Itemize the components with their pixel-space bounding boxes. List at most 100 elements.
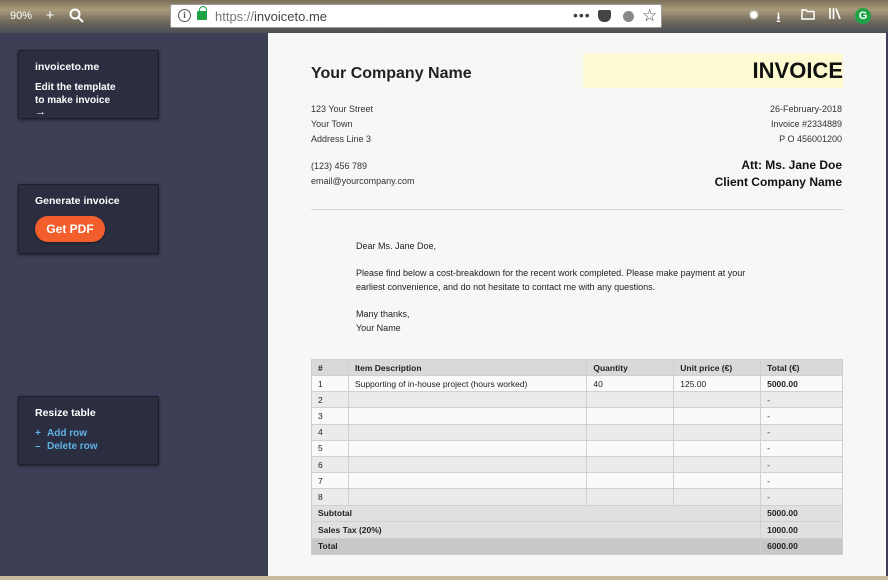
column-header[interactable]: Quantity: [586, 359, 675, 376]
client-company[interactable]: Client Company Name: [715, 175, 842, 189]
address-bar[interactable]: i https://invoiceto.me ••• ☆: [170, 4, 662, 28]
tracking-icon[interactable]: [623, 11, 634, 22]
plus-icon: +: [35, 428, 41, 439]
subtotal-row: Subtotal 5000.00: [310, 504, 843, 522]
page-info-icon[interactable]: i: [178, 9, 191, 22]
company-email: email@yourcompany.com: [311, 176, 415, 186]
item-description[interactable]: [347, 439, 588, 457]
generate-title: Generate invoice: [35, 195, 120, 207]
item-unit-price[interactable]: [673, 439, 762, 457]
table-row: 7 -: [311, 472, 843, 490]
edit-template-text: Edit the template to make invoice: [35, 82, 116, 106]
item-unit-price[interactable]: [673, 391, 762, 409]
company-address[interactable]: 123 Your Street Your Town Address Line 3: [311, 102, 373, 147]
subtotal-label: Subtotal: [310, 504, 762, 522]
company-name[interactable]: Your Company Name: [311, 65, 472, 83]
item-total: -: [760, 423, 843, 441]
tax-label[interactable]: Sales Tax (20%): [310, 521, 762, 539]
table-row: 3 -: [311, 407, 843, 425]
table-header-row: # Item Description Quantity Unit price (…: [311, 359, 843, 376]
page-actions-icon[interactable]: •••: [573, 7, 591, 23]
brand-label[interactable]: invoiceto.me: [35, 61, 142, 73]
invoice-date: 26-February-2018: [769, 104, 842, 114]
po-number: P O 456001200: [779, 134, 842, 144]
item-quantity[interactable]: [586, 439, 675, 457]
item-total: -: [760, 472, 843, 490]
row-index[interactable]: 2: [311, 391, 349, 409]
item-unit-price[interactable]: [673, 423, 762, 441]
invoice-table: # Item Description Quantity Unit price (…: [310, 359, 843, 555]
letter-signoff[interactable]: Many thanks, Your Name: [356, 307, 410, 335]
item-total: -: [760, 407, 843, 425]
lock-icon: [197, 6, 207, 20]
item-description[interactable]: [347, 488, 588, 506]
browser-toolbar: 90% + i https://invoiceto.me ••• ☆ ✹ ⭳ G: [0, 0, 888, 33]
table-row: 4 -: [311, 423, 843, 441]
item-total: -: [760, 439, 843, 457]
pocket-icon[interactable]: [598, 10, 611, 22]
get-pdf-button[interactable]: Get PDF: [35, 216, 105, 242]
column-header[interactable]: Item Description: [347, 359, 588, 376]
item-quantity[interactable]: [586, 391, 675, 409]
add-row-button[interactable]: + Add row: [35, 428, 142, 439]
zoom-level[interactable]: 90%: [10, 10, 32, 22]
item-description[interactable]: [347, 391, 588, 409]
search-icon[interactable]: [68, 8, 84, 24]
column-header[interactable]: Total (€): [760, 359, 843, 376]
sidebar: invoiceto.me Edit the template to make in…: [0, 33, 268, 580]
tax-value: 1000.00: [760, 521, 843, 539]
item-quantity[interactable]: [586, 472, 675, 490]
item-quantity[interactable]: [586, 407, 675, 425]
bookmark-star-icon[interactable]: ☆: [642, 6, 657, 26]
invoice-page: Your Company Name INVOICE 123 Your Stree…: [268, 33, 886, 580]
generate-panel: Generate invoice Get PDF: [18, 184, 159, 254]
item-total: -: [760, 391, 843, 409]
resize-panel: Resize table + Add row – Delete row: [18, 396, 159, 465]
row-index[interactable]: 4: [311, 423, 349, 441]
item-description[interactable]: [347, 455, 588, 474]
item-unit-price[interactable]: [673, 488, 762, 506]
item-quantity[interactable]: [586, 488, 675, 506]
item-unit-price[interactable]: [673, 472, 762, 490]
item-description[interactable]: [347, 407, 588, 425]
library-icon[interactable]: [828, 7, 842, 23]
invoice-meta[interactable]: 26-February-2018 Invoice #2334889 P O 45…: [770, 102, 842, 147]
letter-body[interactable]: Please find below a cost-breakdown for t…: [356, 266, 745, 294]
taskbar-strip: [0, 576, 888, 580]
delete-row-button[interactable]: – Delete row: [35, 441, 142, 452]
grammarly-extension-icon[interactable]: G: [855, 8, 871, 24]
total-value: 6000.00: [760, 537, 843, 555]
company-phone: (123) 456 789: [311, 161, 368, 171]
new-tab-icon[interactable]: +: [42, 8, 58, 24]
download-icon[interactable]: ⭳: [776, 7, 781, 31]
row-index[interactable]: 5: [311, 439, 349, 457]
column-header[interactable]: #: [311, 359, 349, 376]
row-index[interactable]: 1: [311, 374, 349, 393]
item-description[interactable]: [347, 423, 588, 441]
settings-icon[interactable]: ✹: [748, 7, 760, 24]
item-description[interactable]: [347, 472, 588, 490]
item-total: -: [760, 488, 843, 506]
item-unit-price[interactable]: 125.00: [673, 374, 762, 393]
item-quantity[interactable]: 40: [586, 374, 675, 393]
total-label: Total: [310, 537, 762, 555]
row-index[interactable]: 8: [311, 488, 349, 506]
invoice-title[interactable]: INVOICE: [583, 54, 843, 88]
row-index[interactable]: 6: [311, 455, 349, 474]
table-row: 6 -: [311, 455, 843, 474]
folder-icon[interactable]: [801, 7, 815, 23]
arrow-right-icon: →: [35, 106, 46, 118]
item-description[interactable]: Supporting of in-house project (hours wo…: [347, 374, 588, 393]
column-header[interactable]: Unit price (€): [673, 359, 762, 376]
letter-greeting[interactable]: Dear Ms. Jane Doe,: [356, 239, 436, 253]
tax-row: Sales Tax (20%) 1000.00: [310, 521, 843, 539]
company-contact[interactable]: (123) 456 789 email@yourcompany.com: [311, 159, 415, 189]
item-quantity[interactable]: [586, 455, 675, 474]
row-index[interactable]: 3: [311, 407, 349, 425]
item-unit-price[interactable]: [673, 407, 762, 425]
item-unit-price[interactable]: [673, 455, 762, 474]
url-text[interactable]: https://invoiceto.me: [215, 9, 327, 24]
attention-line[interactable]: Att: Ms. Jane Doe: [741, 158, 842, 172]
item-quantity[interactable]: [586, 423, 675, 441]
row-index[interactable]: 7: [311, 472, 349, 490]
